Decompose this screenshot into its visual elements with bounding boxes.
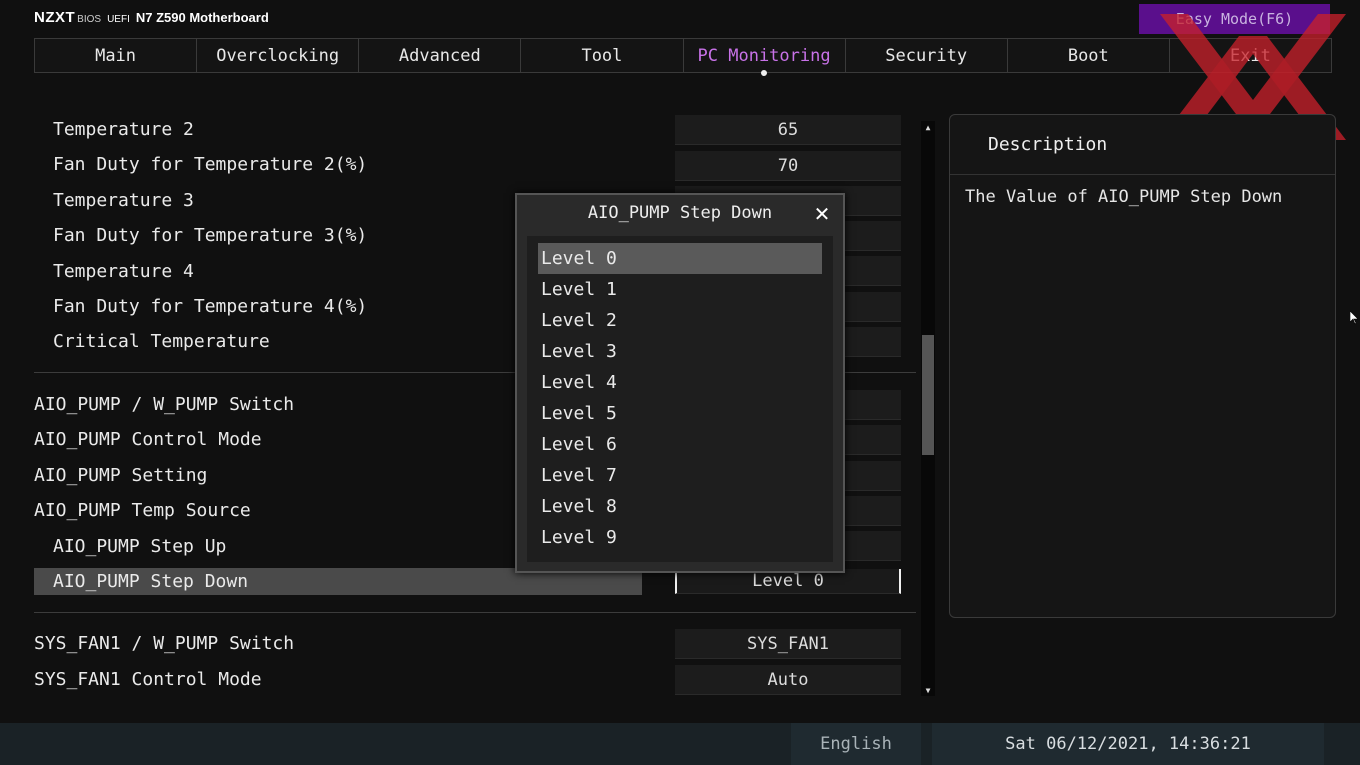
tab-tool[interactable]: Tool	[521, 39, 684, 72]
motherboard-model: N7 Z590 Motherboard	[135, 10, 269, 25]
tab-pc-monitoring[interactable]: PC Monitoring	[684, 39, 846, 76]
option-level-9[interactable]: Level 9	[538, 522, 822, 553]
setting-critical-temperature[interactable]: Critical Temperature	[34, 327, 270, 355]
option-level-4[interactable]: Level 4	[538, 367, 822, 398]
scrollbar-thumb[interactable]	[922, 335, 934, 455]
setting-label: Fan Duty for Temperature 4(%)	[53, 295, 368, 317]
description-title: Description	[950, 115, 1335, 175]
setting-fan-duty-temp-4[interactable]: Fan Duty for Temperature 4(%)	[34, 292, 367, 320]
setting-label: AIO_PUMP Temp Source	[34, 499, 251, 521]
setting-sys-fan1-control-mode[interactable]: SYS_FAN1 Control Mode	[34, 665, 262, 693]
description-panel: Description The Value of AIO_PUMP Step D…	[949, 114, 1336, 618]
uefi-label: UEFI	[107, 14, 130, 25]
setting-label: AIO_PUMP Step Down	[53, 570, 249, 592]
setting-label: Fan Duty for Temperature 2(%)	[53, 153, 368, 175]
option-level-2[interactable]: Level 2	[538, 305, 822, 336]
setting-label: SYS_FAN1 Control Mode	[34, 668, 262, 690]
date-time-display[interactable]: Sat 06/12/2021, 14:36:21	[932, 723, 1324, 765]
setting-temperature-2[interactable]: Temperature 2	[34, 115, 194, 143]
option-level-8[interactable]: Level 8	[538, 491, 822, 522]
settings-scrollbar[interactable]: ▲ ▼	[921, 121, 935, 696]
setting-aio-pump-step-down[interactable]: AIO_PUMP Step Down	[34, 567, 248, 595]
setting-temperature-3[interactable]: Temperature 3	[34, 186, 194, 214]
scroll-up-arrow-icon[interactable]: ▲	[921, 121, 935, 133]
tab-overclocking[interactable]: Overclocking	[197, 39, 360, 72]
easy-mode-button[interactable]: Easy Mode(F6)	[1139, 4, 1330, 34]
option-level-6[interactable]: Level 6	[538, 429, 822, 460]
setting-label: SYS_FAN1 / W_PUMP Switch	[34, 632, 295, 654]
option-level-1[interactable]: Level 1	[538, 274, 822, 305]
step-down-popup: AIO_PUMP Step Down ✕ Level 0 Level 1 Lev…	[515, 193, 845, 573]
setting-label: Temperature 3	[53, 189, 194, 211]
setting-sys-fan1-switch[interactable]: SYS_FAN1 / W_PUMP Switch	[34, 629, 294, 657]
mouse-cursor-icon	[1350, 311, 1358, 325]
brand-logo: NZXT BIOS UEFI N7 Z590 Motherboard	[34, 9, 269, 26]
setting-temperature-4[interactable]: Temperature 4	[34, 257, 194, 285]
tab-exit[interactable]: Exit	[1170, 39, 1331, 72]
setting-label: Temperature 4	[53, 260, 194, 282]
section-divider	[34, 612, 916, 613]
setting-label: AIO_PUMP Control Mode	[34, 428, 262, 450]
option-level-3[interactable]: Level 3	[538, 336, 822, 367]
fan-duty-temp-2-value[interactable]: 70	[675, 151, 901, 181]
setting-aio-pump-temp-source[interactable]: AIO_PUMP Temp Source	[34, 496, 251, 524]
sys-fan1-control-mode-value[interactable]: Auto	[675, 665, 901, 695]
tab-boot[interactable]: Boot	[1008, 39, 1170, 72]
setting-label: AIO_PUMP Setting	[34, 464, 208, 486]
setting-label: AIO_PUMP Step Up	[53, 535, 227, 557]
setting-aio-pump-step-up[interactable]: AIO_PUMP Step Up	[34, 532, 226, 560]
setting-label: Critical Temperature	[53, 330, 270, 352]
setting-label: AIO_PUMP / W_PUMP Switch	[34, 393, 295, 415]
bios-label: BIOS	[77, 14, 102, 25]
popup-title: AIO_PUMP Step Down	[587, 203, 773, 223]
setting-label: Temperature 2	[53, 118, 194, 140]
setting-label: Fan Duty for Temperature 3(%)	[53, 224, 368, 246]
close-icon[interactable]: ✕	[811, 202, 833, 226]
setting-fan-duty-temp-3[interactable]: Fan Duty for Temperature 3(%)	[34, 221, 367, 249]
option-level-7[interactable]: Level 7	[538, 460, 822, 491]
temperature-2-value[interactable]: 65	[675, 115, 901, 145]
tab-main[interactable]: Main	[35, 39, 198, 72]
setting-fan-duty-temp-2[interactable]: Fan Duty for Temperature 2(%)	[34, 150, 367, 178]
tab-security[interactable]: Security	[846, 39, 1008, 72]
status-bar: English Sat 06/12/2021, 14:36:21	[0, 723, 1360, 765]
tab-advanced[interactable]: Advanced	[359, 39, 522, 72]
setting-aio-pump-setting[interactable]: AIO_PUMP Setting	[34, 461, 207, 489]
scroll-down-arrow-icon[interactable]: ▼	[921, 684, 935, 696]
setting-aio-pump-control-mode[interactable]: AIO_PUMP Control Mode	[34, 425, 262, 453]
option-level-5[interactable]: Level 5	[538, 398, 822, 429]
sys-fan1-switch-value[interactable]: SYS_FAN1	[675, 629, 901, 659]
setting-aio-pump-switch[interactable]: AIO_PUMP / W_PUMP Switch	[34, 390, 294, 418]
popup-option-list: Level 0 Level 1 Level 2 Level 3 Level 4 …	[527, 236, 833, 562]
language-selector[interactable]: English	[791, 723, 921, 765]
description-text: The Value of AIO_PUMP Step Down	[965, 187, 1283, 207]
brand-name: NZXT	[34, 9, 76, 26]
main-tabs: Main Overclocking Advanced Tool PC Monit…	[34, 38, 1332, 76]
option-level-0[interactable]: Level 0	[538, 243, 822, 274]
